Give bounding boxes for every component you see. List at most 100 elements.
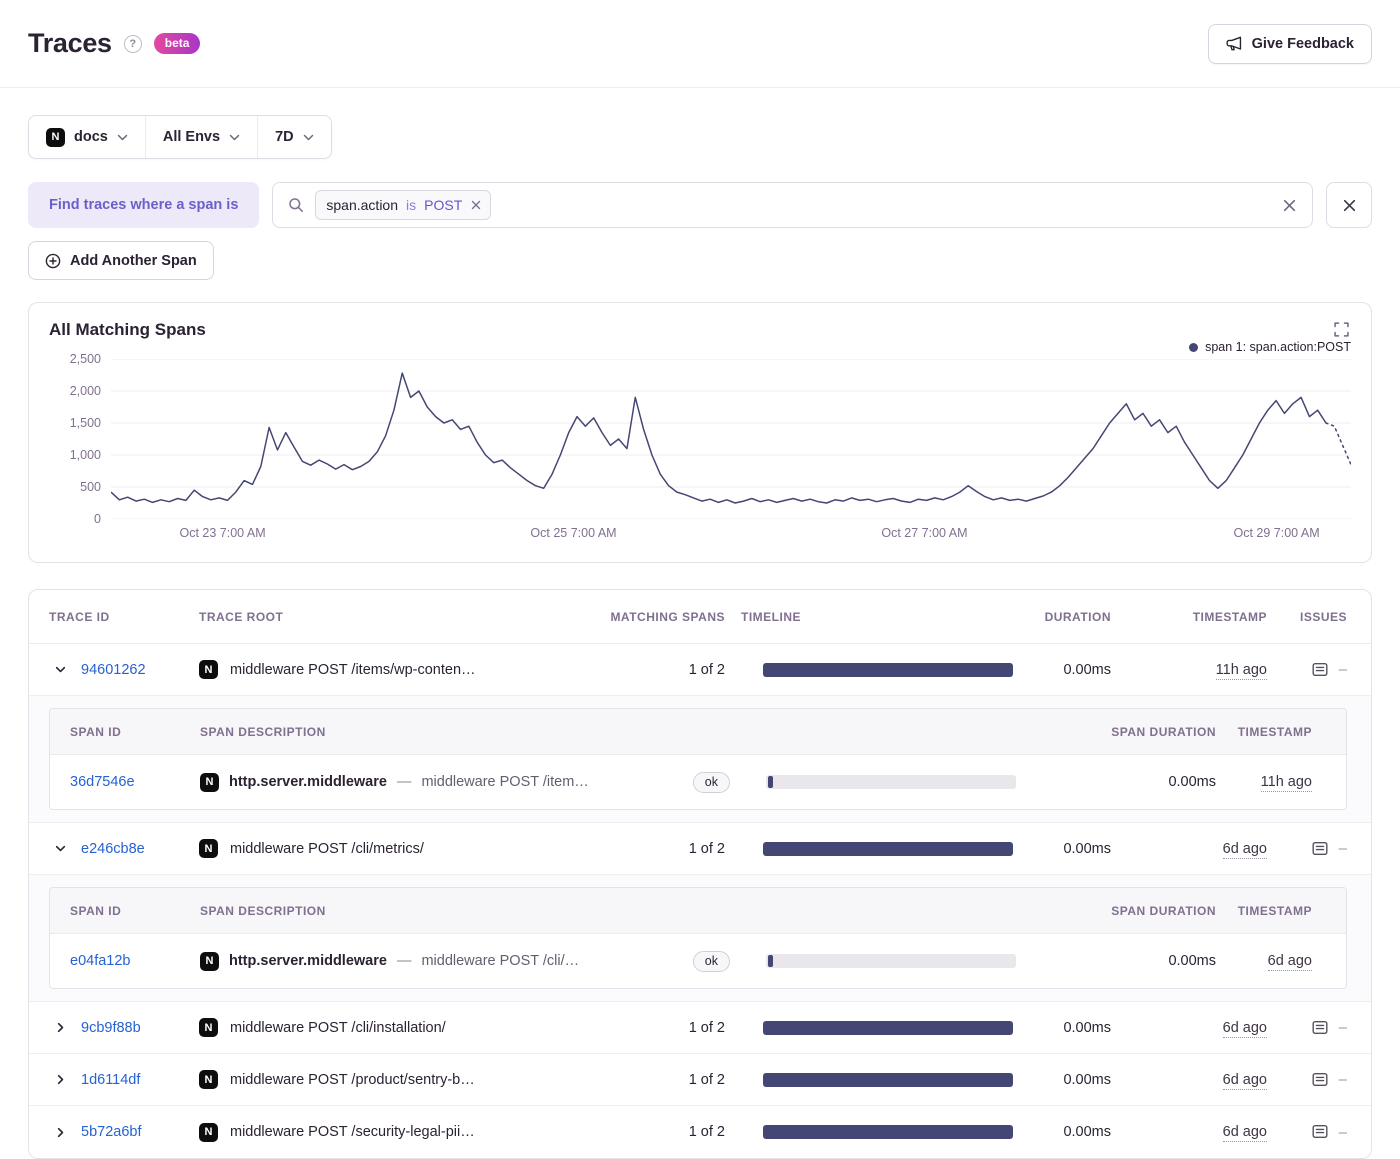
issues-icon [1310, 1019, 1330, 1037]
chevron-right-icon[interactable] [49, 1017, 71, 1039]
span-column-header-timestamp: Timestamp [1237, 903, 1312, 918]
issues-empty-dash: – [1338, 1123, 1347, 1141]
environment-selector-label: All Envs [162, 129, 221, 145]
trace-row: 5b72a6bf Nmiddleware POST /security-legal… [29, 1106, 1371, 1158]
x-axis-label: Oct 29 7:00 AM [1233, 526, 1320, 540]
chevron-right-icon[interactable] [49, 1069, 71, 1091]
issues-icon [1310, 840, 1330, 858]
nextjs-platform-icon: N [200, 772, 219, 792]
span-description: middleware POST /item… [421, 774, 589, 790]
search-icon [288, 197, 304, 213]
span-row: e04fa12b Nhttp.server.middleware — middlewa… [50, 934, 1346, 988]
search-filter-token[interactable]: span.action is POST [315, 190, 492, 220]
trace-timestamp[interactable]: 6d ago [1222, 1124, 1267, 1142]
issues-empty-dash: – [1338, 1019, 1347, 1036]
timeline-bar [763, 1072, 1013, 1087]
trace-id-link[interactable]: 5b72a6bf [81, 1124, 141, 1140]
span-description: middleware POST /cli/… [421, 953, 580, 969]
chevron-down-icon [303, 134, 314, 141]
x-axis-label: Oct 27 7:00 AM [881, 526, 968, 540]
page-header: Traces ? beta Give Feedback [0, 0, 1400, 88]
trace-timestamp[interactable]: 11h ago [1215, 661, 1267, 680]
span-table-header: Span ID Span Description Span Duration Time… [50, 709, 1346, 755]
column-header-matching-spans: Matching Spans [610, 609, 725, 624]
trace-id-link[interactable]: 1d6114df [81, 1072, 140, 1088]
remove-span-filter-button[interactable] [1326, 182, 1372, 228]
span-column-header-timestamp: Timestamp [1237, 724, 1312, 739]
issues-icon [1310, 1071, 1330, 1089]
trace-id-link[interactable]: e246cb8e [81, 841, 145, 857]
environment-selector[interactable]: All Envs [144, 116, 257, 158]
close-icon [1342, 198, 1357, 213]
y-axis-label: 2,500 [69, 352, 101, 366]
trace-timestamp[interactable]: 6d ago [1222, 840, 1267, 859]
chevron-down-icon[interactable] [49, 659, 71, 681]
trace-timestamp[interactable]: 6d ago [1222, 1071, 1267, 1090]
column-header-duration: Duration [1044, 609, 1111, 624]
span-table: Span ID Span Description Span Duration Time… [49, 887, 1347, 989]
chevron-right-icon[interactable] [49, 1121, 71, 1143]
give-feedback-button[interactable]: Give Feedback [1207, 23, 1372, 64]
add-another-span-button[interactable]: Add Another Span [28, 241, 214, 280]
span-column-header-description: Span Description [200, 724, 326, 739]
span-timestamp[interactable]: 11h ago [1260, 774, 1312, 792]
span-column-header-id: Span ID [70, 724, 122, 739]
issues-empty-dash: – [1338, 1071, 1347, 1088]
help-icon[interactable]: ? [123, 34, 142, 53]
legend-series-label: span 1: span.action:POST [1205, 340, 1351, 354]
token-remove-icon[interactable] [471, 200, 481, 210]
token-value: POST [424, 197, 463, 213]
timeline-bar [763, 662, 1013, 677]
chart-title: All Matching Spans [49, 320, 206, 339]
span-column-header-duration: Span Duration [1111, 724, 1216, 739]
column-header-timeline: Timeline [741, 609, 801, 624]
matching-spans-count: 1 of 2 [688, 840, 725, 857]
span-timeline-track [766, 954, 1016, 968]
y-axis-label: 0 [94, 512, 101, 526]
span-id-link[interactable]: e04fa12b [70, 953, 130, 969]
y-axis-label: 1,000 [69, 448, 101, 462]
separator-dash: — [396, 953, 412, 969]
span-table-header: Span ID Span Description Span Duration Time… [50, 888, 1346, 934]
project-selector[interactable]: N docs [29, 116, 145, 158]
nextjs-platform-icon: N [199, 1018, 218, 1037]
nextjs-platform-icon: N [46, 127, 65, 147]
give-feedback-label: Give Feedback [1251, 35, 1354, 52]
span-column-header-description: Span Description [200, 903, 326, 918]
trace-root-text: middleware POST /security-legal-pii… [230, 1124, 475, 1140]
span-search-row: Find traces where a span is span.action … [28, 182, 1372, 228]
page-filter-bar: N docs All Envs 7D [28, 115, 332, 159]
span-operation: http.server.middleware [229, 774, 387, 790]
date-range-selector[interactable]: 7D [257, 116, 331, 158]
chevron-down-icon[interactable] [49, 838, 71, 860]
project-selector-label: docs [74, 129, 108, 145]
y-axis-label: 500 [80, 480, 101, 494]
token-operator: is [406, 197, 417, 213]
span-timestamp[interactable]: 6d ago [1267, 953, 1312, 971]
chart-plot[interactable] [111, 359, 1351, 519]
span-status-badge: ok [692, 950, 730, 972]
nextjs-platform-icon: N [199, 1070, 218, 1089]
span-duration: 0.00ms [1168, 774, 1216, 790]
nextjs-platform-icon: N [200, 951, 219, 971]
timeline-bar [763, 841, 1013, 856]
legend-series-dot [1189, 342, 1199, 352]
beta-badge: beta [153, 33, 201, 54]
chart-y-axis: 0 500 1,000 1,500 2,000 2,500 [49, 352, 103, 526]
trace-duration: 0.00ms [1063, 840, 1111, 857]
span-table-wrap: Span ID Span Description Span Duration Time… [29, 875, 1371, 1002]
span-status-badge: ok [692, 771, 730, 793]
trace-id-link[interactable]: 9cb9f88b [81, 1020, 141, 1036]
span-search-input[interactable]: span.action is POST [272, 182, 1313, 228]
x-axis-label: Oct 25 7:00 AM [530, 526, 617, 540]
matching-spans-count: 1 of 2 [688, 1019, 725, 1036]
fullscreen-icon[interactable] [1332, 320, 1351, 339]
trace-timestamp[interactable]: 6d ago [1222, 1019, 1267, 1038]
trace-duration: 0.00ms [1063, 661, 1111, 678]
trace-id-link[interactable]: 94601262 [81, 662, 146, 678]
nextjs-platform-icon: N [199, 839, 218, 858]
search-clear-icon[interactable] [1282, 198, 1297, 213]
span-id-link[interactable]: 36d7546e [70, 774, 135, 790]
trace-table-header: Trace ID Trace Root Matching Spans Timel… [29, 590, 1371, 644]
chevron-down-icon [229, 134, 240, 141]
